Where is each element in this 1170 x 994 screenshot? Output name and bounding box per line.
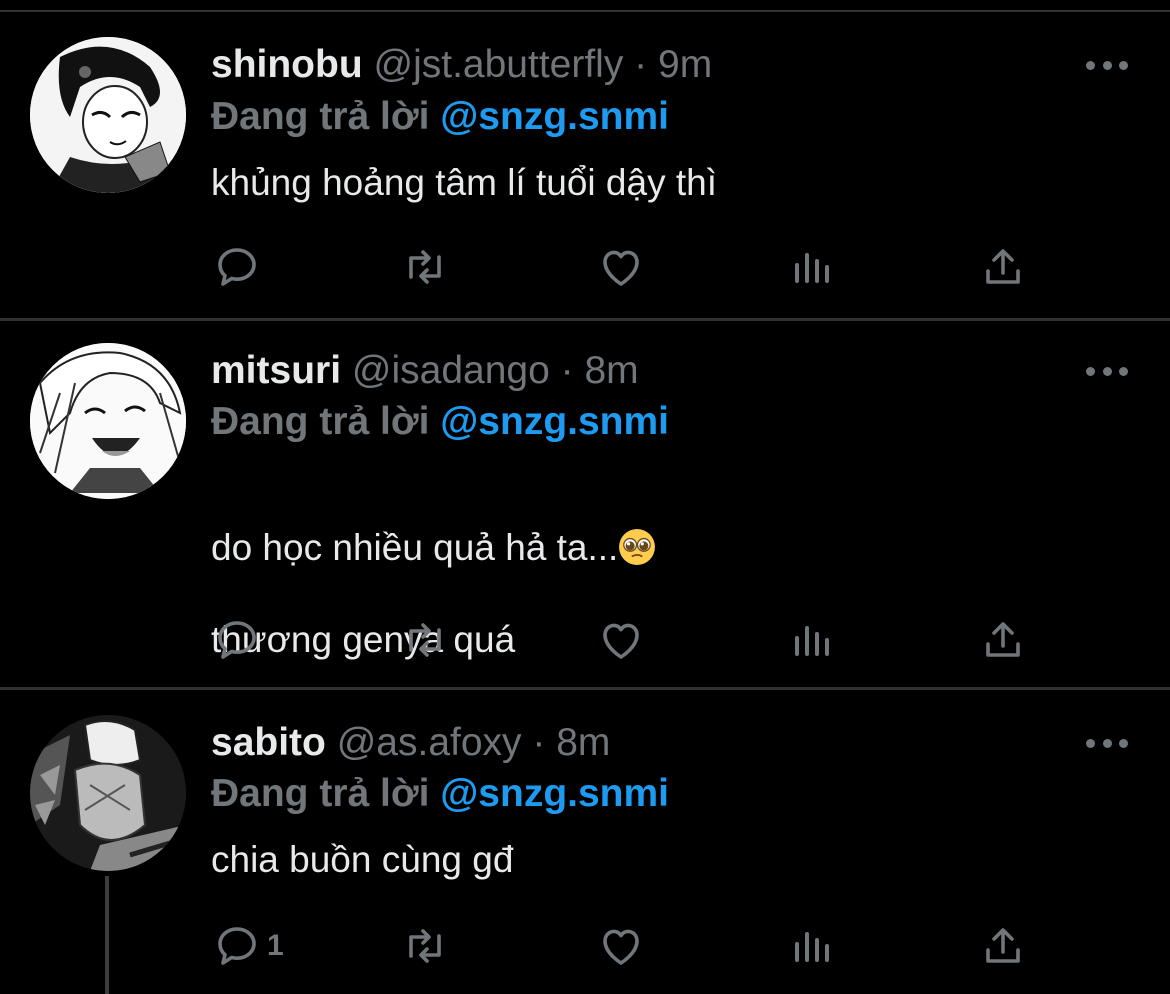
- replying-to: Đang trả lời @snzg.snmi: [211, 771, 669, 817]
- analytics-icon: [795, 253, 829, 283]
- share-button[interactable]: [979, 615, 1027, 665]
- reply-count: 1: [267, 929, 284, 962]
- more-icon[interactable]: [1086, 364, 1128, 378]
- thread-line: [105, 876, 109, 994]
- timestamp[interactable]: 9m: [658, 43, 712, 86]
- tweet-header: sabito @as.afoxy · 8m: [211, 720, 610, 766]
- tweet-actions: [211, 242, 1061, 292]
- display-name[interactable]: mitsuri: [211, 349, 341, 392]
- share-icon: [986, 622, 1020, 657]
- share-icon: [986, 249, 1020, 284]
- tweet-header: shinobu @jst.abutterfly · 9m: [211, 42, 712, 88]
- avatar-image: [30, 715, 186, 871]
- reply-prefix: Đang trả lời: [211, 400, 430, 443]
- share-icon: [986, 928, 1020, 963]
- retweet-button[interactable]: [401, 242, 449, 292]
- tweet-header: mitsuri @isadango · 8m: [211, 348, 639, 394]
- avatar-image: [30, 343, 186, 499]
- retweet-icon: [409, 250, 441, 284]
- separator: ·: [560, 349, 574, 392]
- display-name[interactable]: shinobu: [211, 43, 363, 86]
- tweet-text-line: do học nhiều quả hả ta...: [211, 525, 656, 571]
- like-icon: [603, 623, 639, 659]
- reply-button[interactable]: [213, 615, 267, 665]
- analytics-button[interactable]: [789, 242, 837, 292]
- like-button[interactable]: [597, 615, 645, 665]
- reply-button[interactable]: [213, 242, 267, 292]
- analytics-icon: [795, 626, 829, 656]
- replying-to: Đang trả lời @snzg.snmi: [211, 94, 669, 140]
- reply-button[interactable]: 1: [213, 921, 284, 971]
- like-button[interactable]: [597, 921, 645, 971]
- more-icon[interactable]: [1086, 736, 1128, 750]
- tweet-text-line-1: do học nhiều quả hả ta...: [211, 527, 619, 568]
- tweet-text: chia buồn cùng gđ: [211, 839, 514, 880]
- user-handle[interactable]: @jst.abutterfly: [373, 43, 623, 86]
- retweet-icon: [409, 929, 441, 963]
- separator: ·: [532, 721, 546, 764]
- user-handle[interactable]: @isadango: [352, 349, 550, 392]
- tweet-actions: [211, 615, 1061, 665]
- separator: ·: [634, 43, 648, 86]
- retweet-button[interactable]: [401, 921, 449, 971]
- pleading-face-icon: [619, 529, 656, 565]
- avatar[interactable]: [30, 715, 186, 871]
- like-button[interactable]: [597, 242, 645, 292]
- tweet-actions: 1: [211, 921, 1061, 971]
- tweet-mitsuri[interactable]: mitsuri @isadango · 8m Đang trả lời @snz…: [0, 321, 1170, 687]
- analytics-icon: [795, 932, 829, 962]
- tweet-sabito[interactable]: sabito @as.afoxy · 8m Đang trả lời @snzg…: [0, 690, 1170, 994]
- reply-mention[interactable]: @snzg.snmi: [440, 772, 669, 815]
- tweet-text: khủng hoảng tâm lí tuổi dậy thì: [211, 162, 718, 203]
- like-icon: [603, 250, 639, 286]
- avatar[interactable]: [30, 343, 186, 499]
- more-icon[interactable]: [1086, 58, 1128, 72]
- retweet-button[interactable]: [401, 615, 449, 665]
- share-button[interactable]: [979, 921, 1027, 971]
- avatar-image: [30, 37, 186, 193]
- share-button[interactable]: [979, 242, 1027, 292]
- tweet-text: do học nhiều quả hả ta... thương genya q…: [211, 479, 656, 709]
- reply-prefix: Đang trả lời: [211, 95, 430, 138]
- reply-mention[interactable]: @snzg.snmi: [440, 95, 669, 138]
- reply-prefix: Đang trả lời: [211, 772, 430, 815]
- reply-icon: [218, 927, 256, 965]
- replying-to: Đang trả lời @snzg.snmi: [211, 399, 669, 445]
- reply-icon: [218, 248, 256, 286]
- tweet-shinobu[interactable]: shinobu @jst.abutterfly · 9m Đang trả lờ…: [0, 0, 1170, 318]
- timestamp[interactable]: 8m: [584, 349, 638, 392]
- analytics-button[interactable]: [789, 921, 837, 971]
- retweet-icon: [409, 623, 441, 657]
- display-name[interactable]: sabito: [211, 721, 326, 764]
- like-icon: [603, 929, 639, 965]
- timestamp[interactable]: 8m: [556, 721, 610, 764]
- avatar[interactable]: [30, 37, 186, 193]
- analytics-button[interactable]: [789, 615, 837, 665]
- reply-icon: [218, 621, 256, 659]
- reply-mention[interactable]: @snzg.snmi: [440, 400, 669, 443]
- user-handle[interactable]: @as.afoxy: [337, 721, 522, 764]
